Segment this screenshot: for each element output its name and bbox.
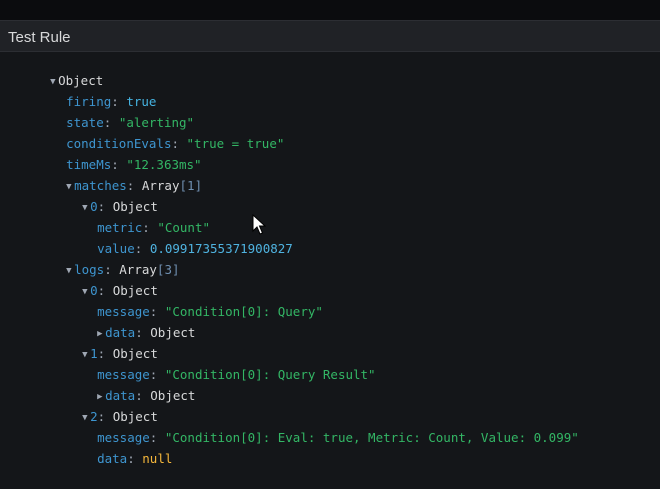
tree-row-timems: timeMs: "12.363ms" — [66, 157, 202, 172]
tree-row-message: message: "Condition[0]: Query Result" — [97, 367, 376, 382]
tree-row-message: message: "Condition[0]: Eval: true, Metr… — [97, 430, 579, 445]
tree-row-logs-0[interactable]: ▼ 0: Object — [52, 267, 158, 298]
tree-row-metric: metric: "Count" — [97, 220, 211, 235]
json-value-string: "Condition[0]: Eval: true, Metric: Count… — [164, 430, 579, 445]
tree-root-row[interactable]: ▼ Object — [20, 57, 103, 88]
json-value-null: null — [142, 451, 173, 466]
tree-row-logs-1[interactable]: ▼ 1: Object — [52, 330, 158, 361]
tree-row-firing: firing: true — [66, 94, 157, 109]
top-bar — [0, 0, 660, 20]
tree-row-data[interactable]: ▶ data: Object — [67, 372, 195, 403]
mouse-cursor-icon — [252, 214, 266, 235]
array-count: 3 — [164, 262, 172, 277]
array-count: 1 — [187, 178, 195, 193]
tree-row-conditionevals: conditionEvals: "true = true" — [66, 136, 285, 151]
tree-row-logs[interactable]: ▼ logs: Array[3] — [36, 246, 179, 277]
panel-title: Test Rule — [8, 29, 71, 46]
json-value-string: "Condition[0]: Query Result" — [164, 367, 376, 382]
json-key: data — [97, 451, 128, 466]
tree-row-matches-0[interactable]: ▼ 0: Object — [52, 183, 158, 214]
panel-header: Test Rule — [0, 20, 660, 52]
tree-row-data[interactable]: ▶ data: Object — [67, 309, 195, 340]
tree-row-data: data: null — [97, 451, 173, 466]
tree-row-matches[interactable]: ▼ matches: Array[1] — [36, 162, 202, 193]
tree-row-logs-2[interactable]: ▼ 2: Object — [52, 393, 158, 424]
tree-row-message: message: "Condition[0]: Query" — [97, 304, 323, 319]
tree-row-state: state: "alerting" — [66, 115, 195, 130]
